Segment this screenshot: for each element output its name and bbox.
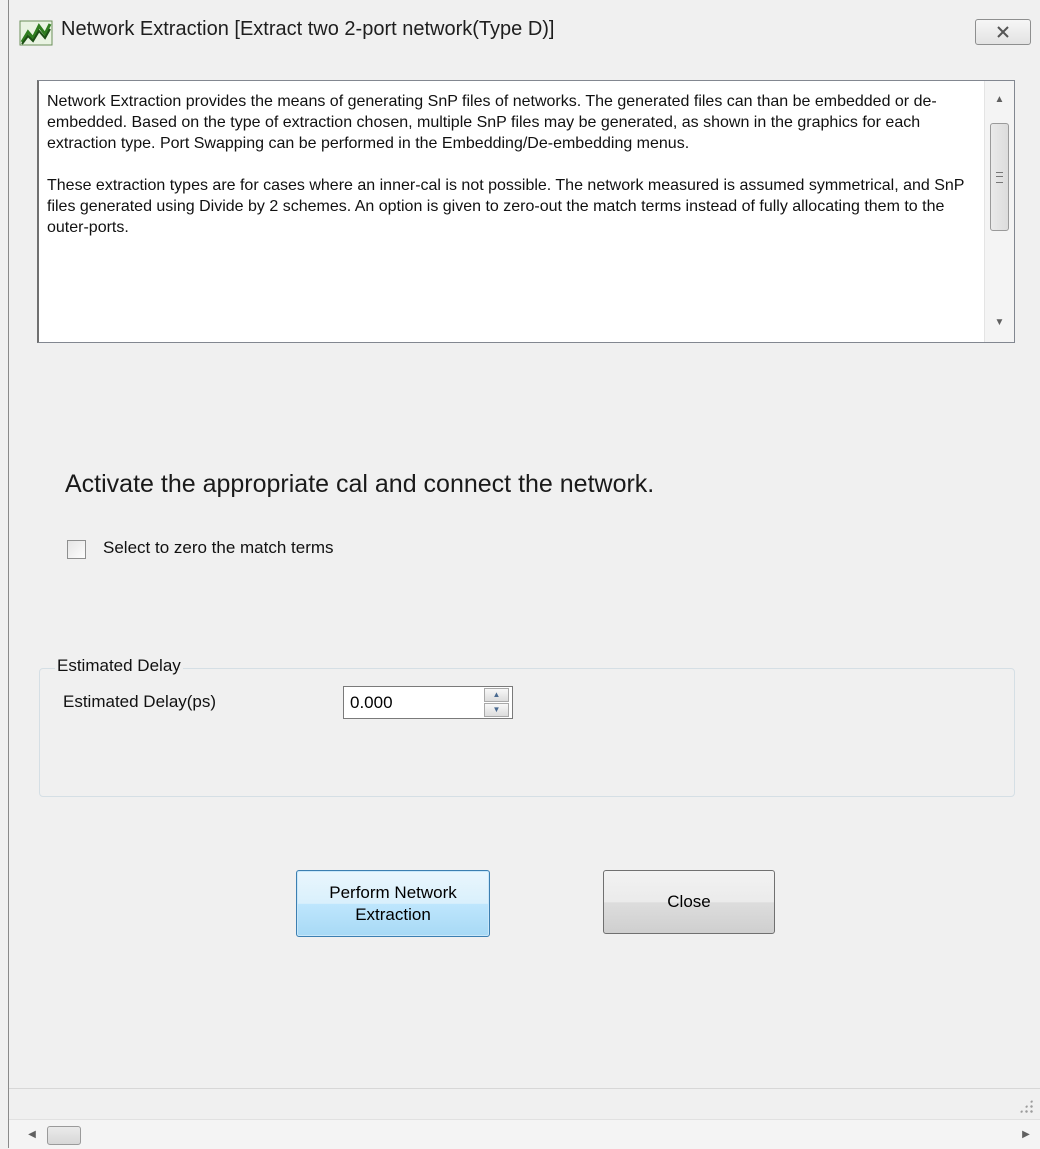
horizontal-scrollbar[interactable]: ◀ ▶ [9, 1119, 1040, 1149]
estimated-delay-input[interactable] [344, 687, 480, 718]
description-paragraph-2: These extraction types are for cases whe… [47, 177, 965, 236]
estimated-delay-label: Estimated Delay(ps) [63, 692, 217, 711]
estimated-delay-group-title: Estimated Delay [55, 656, 183, 676]
app-icon [19, 20, 53, 46]
spin-up-arrow-icon[interactable]: ▲ [484, 688, 509, 702]
description-vertical-scrollbar[interactable]: ▲ ▼ [984, 81, 1014, 342]
scroll-right-arrow-icon[interactable]: ▶ [1013, 1120, 1039, 1149]
status-bar [9, 1088, 1040, 1120]
zero-match-terms-checkbox[interactable] [67, 540, 86, 559]
close-x-icon [997, 26, 1009, 38]
title-bar[interactable]: Network Extraction [Extract two 2-port n… [9, 0, 1040, 62]
horizontal-scroll-thumb[interactable] [47, 1126, 81, 1145]
zero-match-terms-label[interactable]: Select to zero the match terms [103, 538, 334, 558]
description-paragraph-1: Network Extraction provides the means of… [47, 93, 937, 152]
perform-network-extraction-button[interactable]: Perform Network Extraction [296, 870, 490, 937]
scroll-down-arrow-icon[interactable]: ▼ [985, 310, 1014, 336]
scroll-left-arrow-icon[interactable]: ◀ [19, 1120, 45, 1149]
instruction-text: Activate the appropriate cal and connect… [65, 470, 655, 498]
description-text: Network Extraction provides the means of… [47, 91, 977, 259]
scroll-grip-icon [996, 172, 1003, 183]
spin-down-arrow-icon[interactable]: ▼ [484, 703, 509, 717]
vertical-scroll-thumb[interactable] [990, 123, 1009, 231]
estimated-delay-spinbox[interactable]: ▲ ▼ [343, 686, 513, 719]
estimated-delay-group [39, 668, 1015, 797]
dialog-window: Network Extraction [Extract two 2-port n… [8, 0, 1040, 1149]
resize-grip-icon[interactable] [1019, 1099, 1033, 1113]
window-title: Network Extraction [Extract two 2-port n… [61, 18, 555, 40]
description-textbox[interactable]: Network Extraction provides the means of… [37, 80, 1015, 343]
scroll-up-arrow-icon[interactable]: ▲ [985, 87, 1014, 113]
window-close-button[interactable] [975, 19, 1031, 45]
close-button[interactable]: Close [603, 870, 775, 934]
